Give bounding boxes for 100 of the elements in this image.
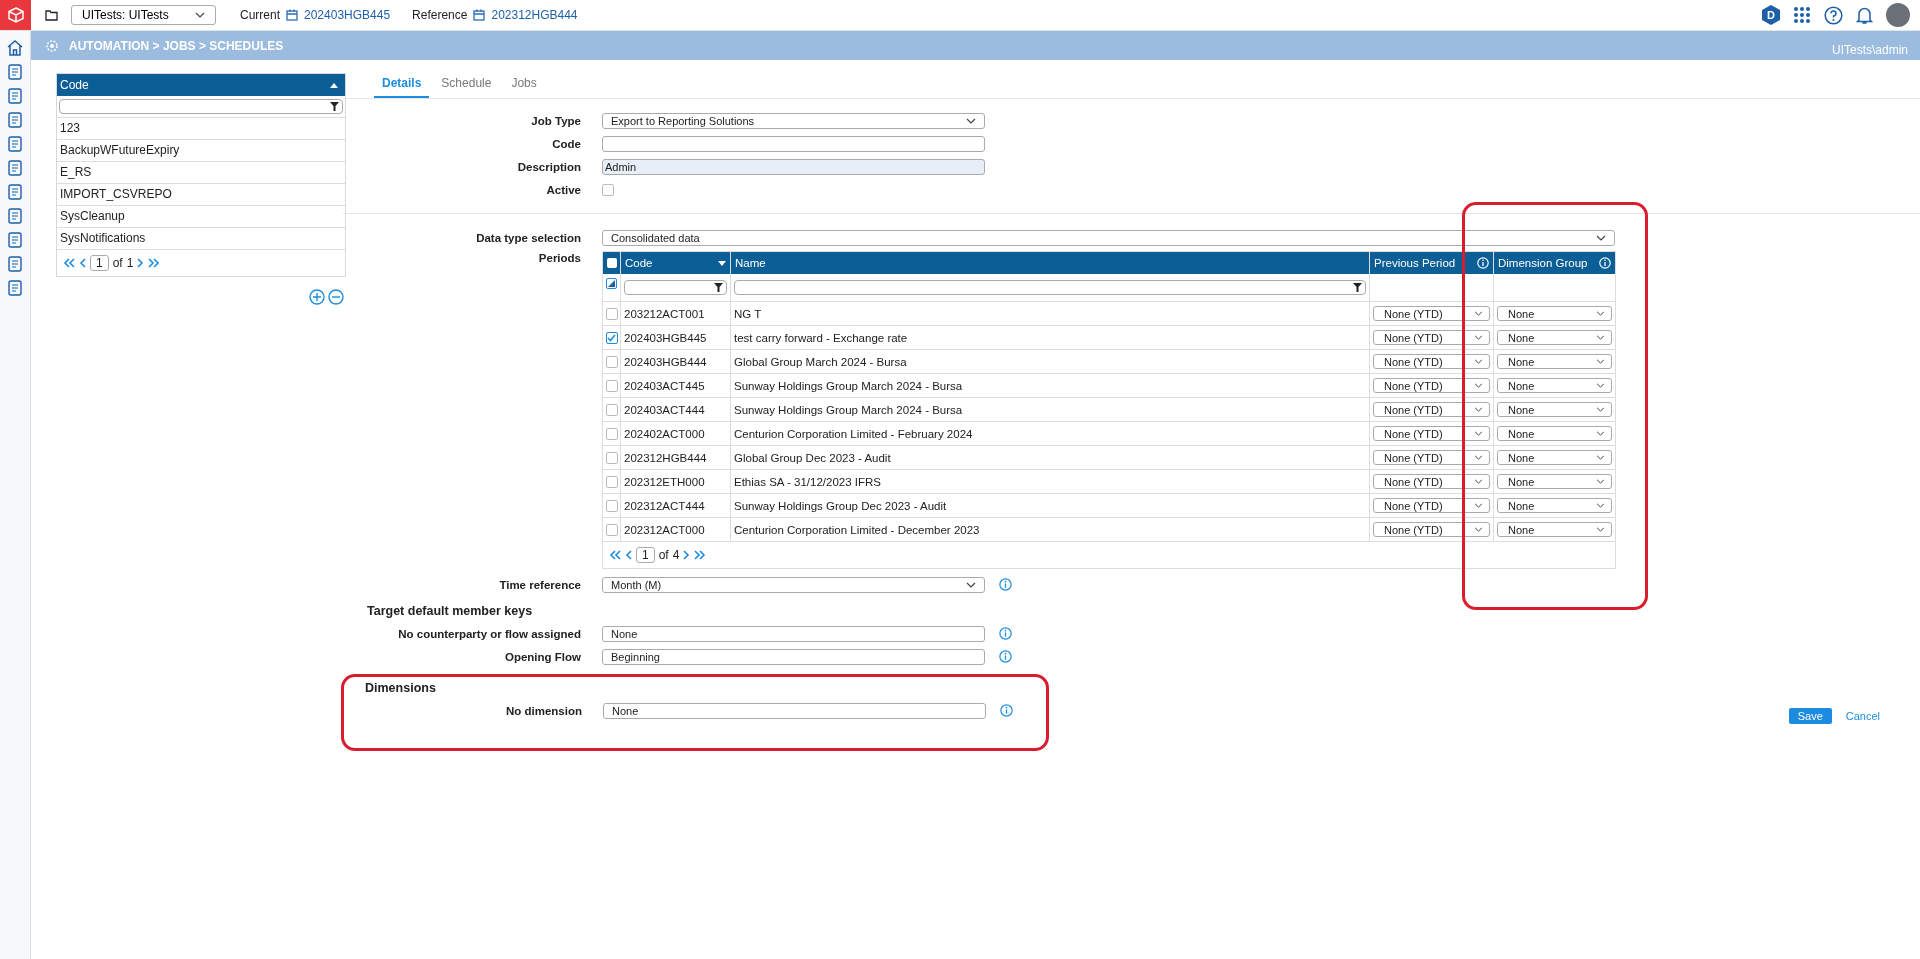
- job-list-item[interactable]: 123: [57, 118, 345, 140]
- data-type-dropdown[interactable]: Consolidated data: [602, 229, 1615, 246]
- row-checkbox[interactable]: [605, 475, 618, 488]
- first-page-icon[interactable]: [609, 550, 621, 560]
- dimension-group-dropdown[interactable]: None: [1497, 402, 1612, 417]
- dimension-group-dropdown[interactable]: None: [1497, 498, 1612, 513]
- dimension-group-dropdown[interactable]: None: [1497, 306, 1612, 321]
- previous-period-dropdown[interactable]: None (YTD): [1373, 498, 1490, 513]
- folder-icon[interactable]: [45, 9, 59, 21]
- dimension-group-dropdown[interactable]: None: [1497, 426, 1612, 441]
- previous-period-dropdown[interactable]: None (YTD): [1373, 330, 1490, 345]
- filter-field[interactable]: [734, 280, 1366, 295]
- dimension-group-dropdown[interactable]: None: [1497, 330, 1612, 345]
- previous-page-icon[interactable]: [79, 258, 86, 268]
- sort-arrow-icon[interactable]: [330, 82, 338, 88]
- job-type-dropdown[interactable]: Export to Reporting Solutions: [602, 112, 985, 129]
- filter-field[interactable]: [59, 99, 343, 114]
- dimension-field[interactable]: None: [603, 702, 986, 719]
- previous-period-dropdown[interactable]: None (YTD): [1373, 474, 1490, 489]
- help-icon[interactable]: [1824, 5, 1843, 25]
- row-checkbox[interactable]: [605, 499, 618, 512]
- save-button[interactable]: Save: [1788, 708, 1832, 724]
- job-list-item[interactable]: SysCleanup: [57, 206, 345, 228]
- code-field[interactable]: [602, 135, 985, 152]
- field-label: Time reference: [498, 578, 582, 591]
- active-checkbox[interactable]: [602, 183, 614, 196]
- table-cell: Sunway Holdings Group Dec 2023 - Audit: [731, 494, 1370, 517]
- table-cell: NG T: [731, 302, 1370, 325]
- dimension-group-dropdown[interactable]: None: [1497, 378, 1612, 393]
- document-icon[interactable]: [6, 159, 24, 177]
- column-header[interactable]: Name: [731, 252, 1370, 274]
- row-checkbox[interactable]: [605, 523, 618, 536]
- apps-grid-icon[interactable]: [1793, 6, 1811, 24]
- previous-period-dropdown[interactable]: None (YTD): [1373, 378, 1490, 393]
- dimension-group-dropdown[interactable]: None: [1497, 354, 1612, 369]
- dimension-group-dropdown[interactable]: None: [1497, 450, 1612, 465]
- column-header[interactable]: Previous Period: [1370, 252, 1494, 274]
- avatar[interactable]: [1886, 3, 1910, 27]
- tab[interactable]: Details: [374, 72, 430, 98]
- sort-arrow-icon[interactable]: [718, 260, 726, 266]
- current-period-link[interactable]: 202403HGB445: [304, 8, 391, 22]
- column-header[interactable]: Code: [57, 74, 345, 96]
- filter-icon[interactable]: [330, 102, 339, 111]
- info-icon[interactable]: [999, 578, 1012, 591]
- chevron-down-icon: [1596, 431, 1605, 436]
- select-all-checkbox[interactable]: [606, 258, 617, 268]
- job-list-item[interactable]: E_RS: [57, 162, 345, 184]
- previous-period-dropdown[interactable]: None (YTD): [1373, 450, 1490, 465]
- previous-period-dropdown[interactable]: None (YTD): [1373, 402, 1490, 417]
- next-page-icon[interactable]: [683, 550, 691, 560]
- cancel-link[interactable]: Cancel: [1845, 710, 1880, 722]
- reference-period-link[interactable]: 202312HGB444: [491, 8, 578, 22]
- page-number-field[interactable]: 1: [90, 255, 109, 271]
- description-field[interactable]: Admin: [602, 158, 985, 175]
- job-list-item[interactable]: BackupWFutureExpiry: [57, 140, 345, 162]
- last-page-icon[interactable]: [694, 550, 707, 560]
- chevron-down-icon: [1474, 479, 1483, 484]
- previous-period-dropdown[interactable]: None (YTD): [1373, 426, 1490, 441]
- filter-icon[interactable]: [1353, 283, 1362, 292]
- home-icon[interactable]: [6, 39, 24, 57]
- page-number-field[interactable]: 1: [636, 547, 655, 563]
- row-checkbox[interactable]: [605, 331, 618, 344]
- job-list-item[interactable]: SysNotifications: [57, 228, 345, 250]
- info-icon[interactable]: [999, 650, 1012, 663]
- info-icon[interactable]: [999, 627, 1012, 640]
- dimension-group-dropdown[interactable]: None: [1497, 474, 1612, 489]
- info-icon[interactable]: [1000, 704, 1013, 717]
- column-header[interactable]: Code: [621, 252, 731, 274]
- row-checkbox[interactable]: [605, 451, 618, 464]
- filter-field[interactable]: [624, 280, 727, 295]
- workspace-dropdown[interactable]: UITests: UITests: [71, 5, 216, 25]
- filter-icon[interactable]: [714, 283, 723, 292]
- column-header[interactable]: Dimension Group: [1494, 252, 1615, 274]
- member-key-field[interactable]: None: [602, 625, 985, 642]
- previous-period-dropdown[interactable]: None (YTD): [1373, 306, 1490, 321]
- row-checkbox[interactable]: [605, 355, 618, 368]
- first-page-icon[interactable]: [63, 258, 75, 268]
- dimension-group-dropdown[interactable]: None: [1497, 522, 1612, 537]
- next-page-icon[interactable]: [137, 258, 145, 268]
- previous-period-dropdown[interactable]: None (YTD): [1373, 522, 1490, 537]
- last-page-icon[interactable]: [148, 258, 161, 268]
- table-cell: 202312ACT000: [621, 518, 731, 541]
- time-reference-dropdown[interactable]: Month (M): [602, 576, 985, 593]
- row-checkbox[interactable]: [605, 403, 618, 416]
- remove-icon[interactable]: [328, 289, 344, 305]
- tab[interactable]: Schedule: [433, 72, 500, 98]
- tab[interactable]: Jobs: [503, 72, 545, 98]
- product-badge[interactable]: D: [1762, 5, 1780, 25]
- bell-icon[interactable]: [1856, 5, 1873, 25]
- row-checkbox[interactable]: [605, 307, 618, 320]
- add-icon[interactable]: [309, 289, 325, 305]
- logo-icon[interactable]: [0, 0, 31, 30]
- member-key-field[interactable]: Beginning: [602, 648, 985, 665]
- filter-toggle-icon[interactable]: [606, 278, 617, 289]
- row-checkbox[interactable]: [605, 379, 618, 392]
- table-cell: Centurion Corporation Limited - February 2024: [731, 422, 1370, 445]
- previous-page-icon[interactable]: [625, 550, 632, 560]
- previous-period-dropdown[interactable]: None (YTD): [1373, 354, 1490, 369]
- row-checkbox[interactable]: [605, 427, 618, 440]
- job-list-item[interactable]: IMPORT_CSVREPO: [57, 184, 345, 206]
